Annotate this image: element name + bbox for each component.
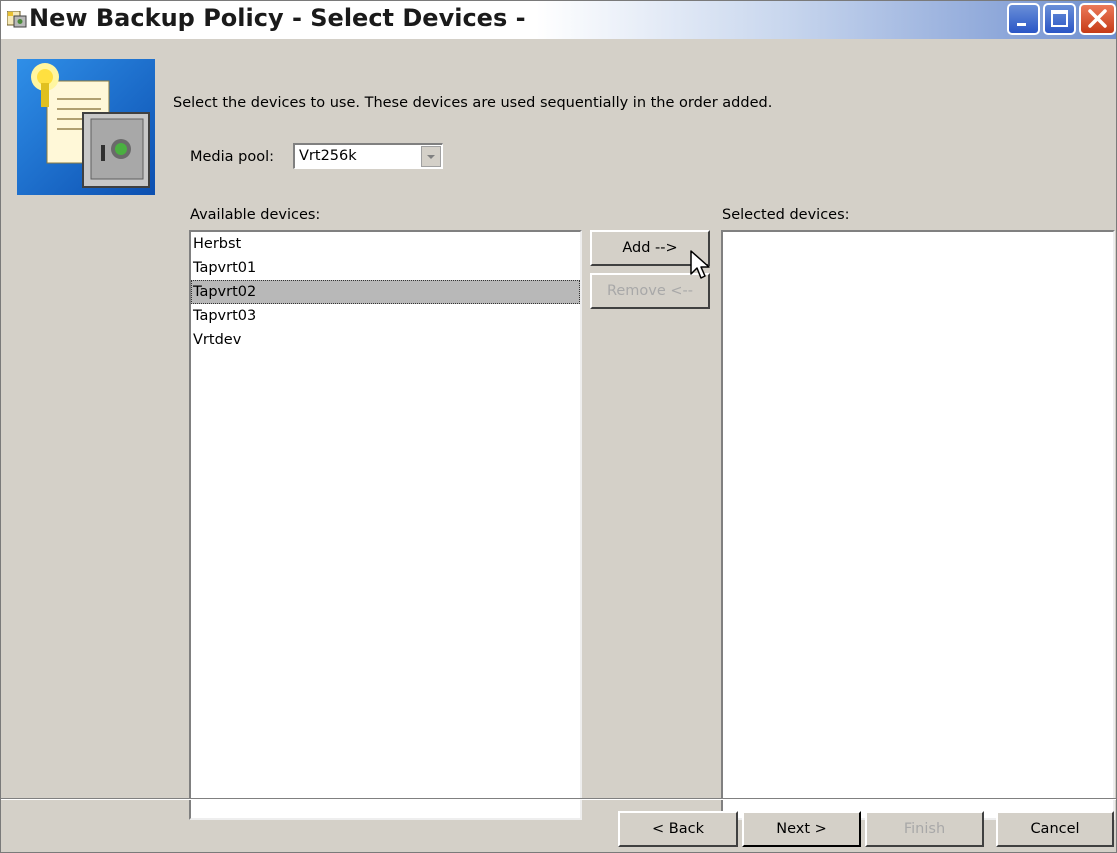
finish-button[interactable]: Finish	[865, 811, 984, 847]
minimize-icon	[1017, 23, 1026, 26]
media-pool-dropdown[interactable]: Vrt256k	[293, 143, 443, 169]
close-icon	[1088, 9, 1107, 28]
wizard-window: New Backup Policy - Select Devices - Sel…	[0, 0, 1117, 853]
dropdown-arrow-icon	[427, 155, 435, 159]
media-pool-label: Media pool:	[190, 149, 275, 165]
list-item[interactable]: Tapvrt02	[191, 280, 580, 304]
wizard-content: Select the devices to use. These devices…	[1, 39, 1116, 852]
list-item[interactable]: Herbst	[191, 232, 580, 256]
list-item[interactable]: Vrtdev	[191, 328, 580, 352]
next-button[interactable]: Next >	[742, 811, 861, 847]
instruction-text: Select the devices to use. These devices…	[173, 95, 773, 111]
back-button[interactable]: < Back	[618, 811, 738, 847]
minimize-button[interactable]	[1007, 3, 1040, 35]
window-title: New Backup Policy - Select Devices -	[29, 4, 526, 32]
title-bar[interactable]: New Backup Policy - Select Devices -	[1, 1, 1116, 39]
selected-devices-label: Selected devices:	[722, 207, 850, 223]
media-pool-value: Vrt256k	[299, 148, 357, 164]
mouse-cursor-icon	[690, 250, 712, 286]
cancel-button[interactable]: Cancel	[996, 811, 1114, 847]
selected-devices-list[interactable]	[721, 230, 1115, 820]
wizard-safe-icon	[17, 59, 155, 195]
close-button[interactable]	[1079, 3, 1116, 35]
maximize-button[interactable]	[1043, 3, 1076, 35]
available-devices-list[interactable]: Herbst Tapvrt01 Tapvrt02 Tapvrt03 Vrtdev	[189, 230, 582, 820]
footer-separator	[1, 798, 1116, 800]
list-item[interactable]: Tapvrt03	[191, 304, 580, 328]
available-devices-label: Available devices:	[190, 207, 321, 223]
window-app-icon[interactable]	[6, 10, 27, 28]
maximize-icon	[1051, 10, 1068, 27]
dropdown-arrow-button[interactable]	[421, 146, 441, 167]
list-item[interactable]: Tapvrt01	[191, 256, 580, 280]
